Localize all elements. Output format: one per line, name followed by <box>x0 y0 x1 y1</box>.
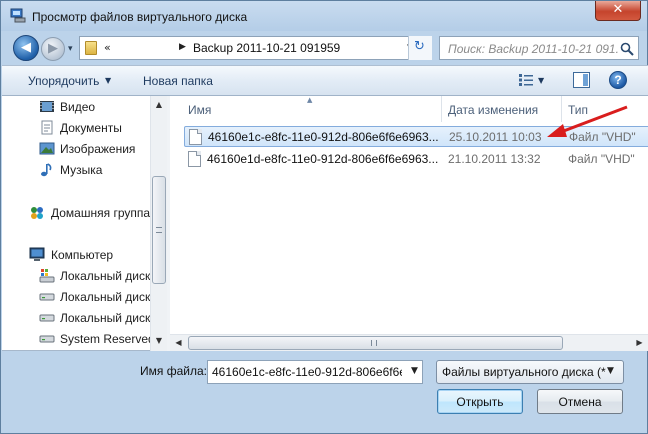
nav-item-local-disk-2[interactable]: Локальный диск <box>2 287 150 307</box>
file-list-horizontal-scrollbar[interactable]: ◀ ▶ <box>170 334 648 351</box>
nav-item-label: Локальный диск <box>60 311 150 325</box>
system-drive-icon <box>39 269 55 283</box>
homegroup-icon <box>31 207 43 219</box>
nav-item-music[interactable]: Музыка <box>2 160 150 180</box>
nav-item-label: Музыка <box>60 163 103 177</box>
drive-icon <box>39 293 55 301</box>
virtual-disk-icon <box>10 8 26 23</box>
search-box[interactable]: Поиск: Backup 2011-10-21 091... <box>439 36 639 60</box>
filename-label: Имя файла: <box>140 364 207 378</box>
help-button[interactable]: ? <box>609 71 627 89</box>
nav-item-label: Домашняя группа <box>51 206 150 220</box>
cancel-button[interactable]: Отмена <box>537 389 623 414</box>
nav-item-local-disk-1[interactable]: Локальный диск <box>2 266 150 286</box>
recent-pages-dropdown-icon[interactable]: ▾ <box>68 43 73 54</box>
filename-dropdown-icon[interactable]: ▼ <box>411 366 418 376</box>
nav-item-label: System Reserved <box>60 332 150 346</box>
file-icon <box>188 151 201 167</box>
nav-item-pictures[interactable]: Изображения <box>2 139 150 159</box>
scroll-thumb[interactable] <box>152 176 166 284</box>
breadcrumb-separator-icon[interactable]: ▶ <box>179 42 186 52</box>
nav-item-label: Изображения <box>60 142 136 156</box>
nav-item-computer[interactable]: Компьютер <box>2 245 150 265</box>
open-button-label: Открыть <box>456 395 504 409</box>
filename-input[interactable]: 46160e1c-e8fc-11e0-912d-806e6f6e6 <box>212 365 402 379</box>
file-type-filter-value: Файлы виртуального диска (* <box>442 365 606 379</box>
nav-item-label: Локальный диск <box>60 290 150 304</box>
organize-button[interactable]: Упорядочить <box>28 74 99 88</box>
refresh-button[interactable]: ↻ <box>408 36 432 60</box>
file-date: 25.10.2011 10:03 <box>449 130 542 144</box>
refresh-icon: ↻ <box>414 39 425 54</box>
breadcrumb-current-folder[interactable]: Backup 2011-10-21 091959 <box>193 41 340 55</box>
search-input[interactable]: Поиск: Backup 2011-10-21 091... <box>448 42 618 56</box>
pictures-library-icon <box>39 142 55 155</box>
nav-item-homegroup[interactable]: Домашняя группа <box>2 203 150 223</box>
navigation-pane: Видео Документы Изображения Музыка Домаш… <box>2 96 150 351</box>
file-type: Файл "VHD" <box>568 152 635 166</box>
drive-icon <box>39 314 55 322</box>
title-bar[interactable]: Просмотр файлов виртуального диска ✕ <box>1 1 647 31</box>
close-icon: ✕ <box>612 2 624 17</box>
drive-icon <box>39 335 55 343</box>
search-icon[interactable] <box>620 42 634 56</box>
navigation-pane-scrollbar[interactable]: ▲ ▼ <box>150 96 167 351</box>
preview-pane-icon[interactable] <box>573 72 590 88</box>
address-overflow-button[interactable]: « <box>104 41 111 54</box>
nav-item-label: Локальный диск <box>60 269 150 283</box>
filename-combobox[interactable]: 46160e1c-e8fc-11e0-912d-806e6f6e6 ▼ <box>207 360 423 384</box>
computer-icon <box>29 247 45 261</box>
nav-item-label: Документы <box>60 121 122 135</box>
column-header-name[interactable]: Имя <box>170 96 442 122</box>
column-header-label: Имя <box>188 103 212 117</box>
documents-library-icon <box>41 120 53 135</box>
music-library-icon <box>41 163 52 177</box>
organize-dropdown-icon[interactable]: ▼ <box>105 76 111 85</box>
window-title: Просмотр файлов виртуального диска <box>32 10 248 24</box>
nav-item-label: Видео <box>60 100 96 114</box>
annotation-arrow-icon <box>547 105 628 137</box>
scroll-down-icon[interactable]: ▼ <box>151 332 167 349</box>
address-bar[interactable]: « ▶ Backup 2011-10-21 091959 ▾ <box>79 36 432 60</box>
nav-item-label: Компьютер <box>51 248 114 262</box>
help-icon: ? <box>614 73 622 87</box>
scroll-right-icon[interactable]: ▶ <box>631 335 648 351</box>
file-row[interactable]: 46160e1d-e8fc-11e0-912d-806e6f6e6963... … <box>184 149 648 170</box>
nav-item-video[interactable]: Видео <box>2 97 150 117</box>
chevron-down-icon: ▼ <box>607 366 614 376</box>
nav-item-documents[interactable]: Документы <box>2 118 150 138</box>
views-dropdown-icon[interactable]: ▼ <box>538 76 544 85</box>
scroll-thumb[interactable] <box>188 336 563 350</box>
file-name: 46160e1c-e8fc-11e0-912d-806e6f6e6963... <box>208 130 439 144</box>
video-library-icon <box>40 101 54 112</box>
cancel-button-label: Отмена <box>558 395 602 409</box>
close-button[interactable]: ✕ <box>595 1 641 21</box>
file-name: 46160e1d-e8fc-11e0-912d-806e6f6e6963... <box>207 152 439 166</box>
forward-button[interactable]: ▶ <box>41 37 65 61</box>
file-open-dialog: Просмотр файлов виртуального диска ✕ ◀ ▶… <box>0 0 648 434</box>
folder-icon <box>85 41 97 55</box>
back-arrow-icon: ◀ <box>21 40 31 55</box>
scroll-up-icon[interactable]: ▲ <box>151 96 167 113</box>
nav-item-local-disk-3[interactable]: Локальный диск <box>2 308 150 328</box>
views-icon[interactable] <box>518 73 534 87</box>
command-bar: Упорядочить ▼ Новая папка ▼ ? <box>2 65 648 96</box>
nav-item-system-reserved[interactable]: System Reserved <box>2 329 150 349</box>
file-icon <box>189 129 202 145</box>
file-date: 21.10.2011 13:32 <box>448 152 541 166</box>
column-header-label: Дата изменения <box>448 103 539 117</box>
forward-arrow-icon: ▶ <box>48 41 58 56</box>
back-button[interactable]: ◀ <box>13 35 39 61</box>
open-button[interactable]: Открыть <box>437 389 523 414</box>
scroll-left-icon[interactable]: ◀ <box>170 335 187 351</box>
file-type-filter-select[interactable]: Файлы виртуального диска (* ▼ <box>436 360 624 384</box>
new-folder-button[interactable]: Новая папка <box>143 74 213 88</box>
